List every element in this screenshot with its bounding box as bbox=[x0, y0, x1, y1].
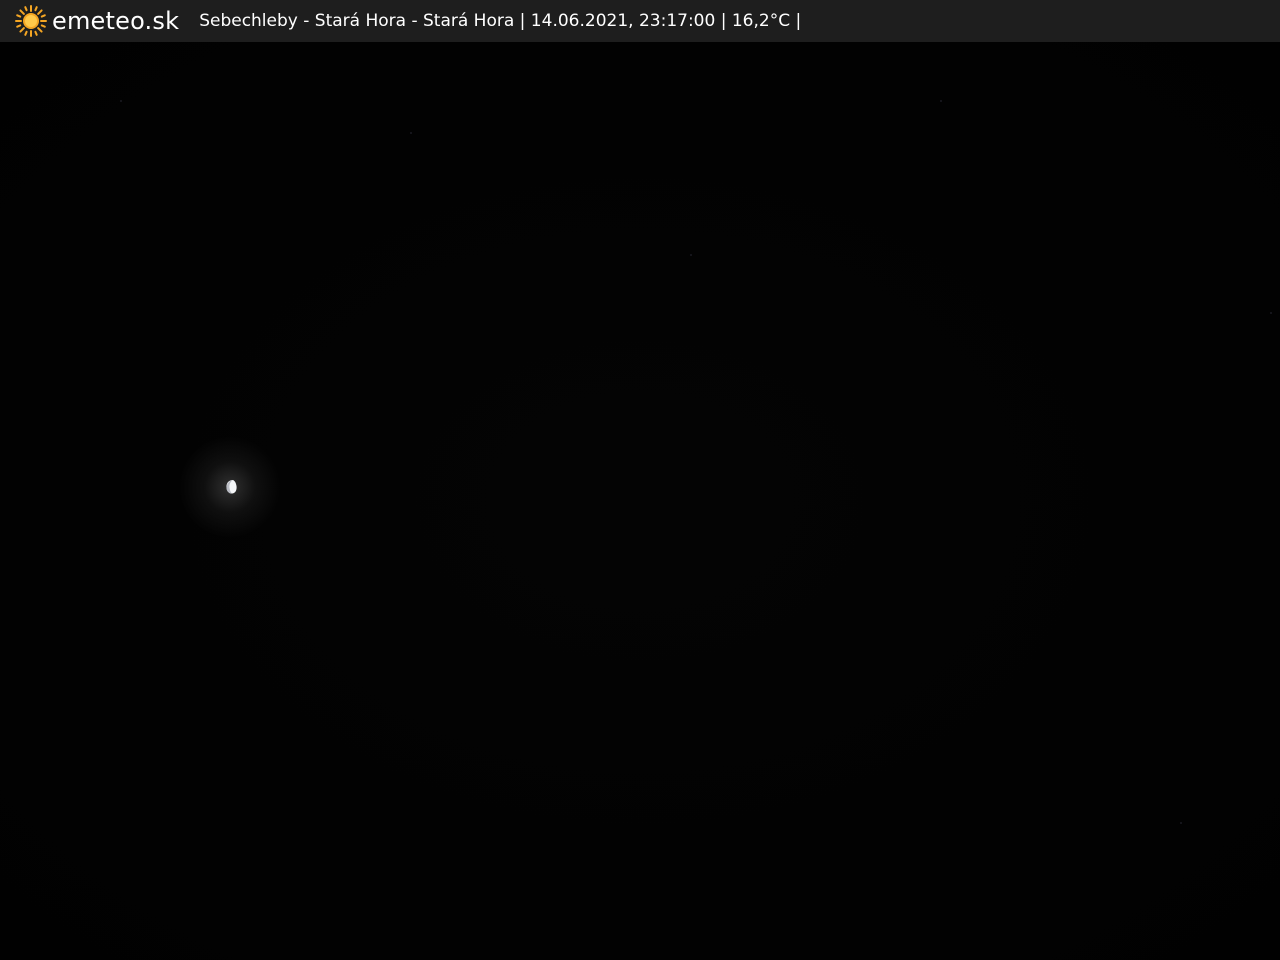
star bbox=[410, 132, 412, 134]
brand-name: emeteo.sk bbox=[52, 7, 180, 35]
star bbox=[940, 100, 942, 102]
star bbox=[1270, 312, 1272, 314]
sun-icon bbox=[15, 5, 47, 37]
night-sky-image bbox=[0, 42, 1280, 960]
header-bar: emeteo.sk Sebechleby - Stará Hora - Star… bbox=[0, 0, 1280, 42]
webcam-caption: Sebechleby - Stará Hora - Stará Hora | 1… bbox=[199, 11, 802, 31]
star bbox=[690, 254, 692, 256]
star bbox=[1180, 822, 1182, 824]
webcam-frame: emeteo.sk Sebechleby - Stará Hora - Star… bbox=[0, 0, 1280, 960]
logo[interactable]: emeteo.sk bbox=[14, 0, 179, 42]
star bbox=[120, 100, 122, 102]
moon-icon bbox=[226, 480, 237, 494]
